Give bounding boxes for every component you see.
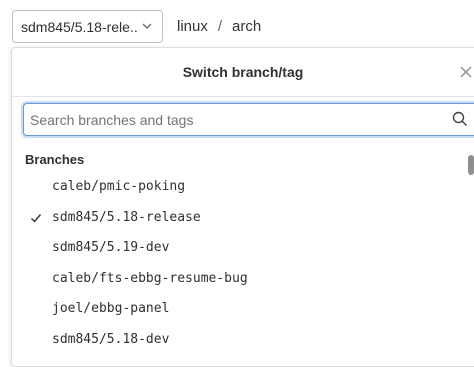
branches-section-title: Branches (25, 152, 85, 167)
scrollbar-thumb[interactable] (468, 155, 474, 175)
branch-name: joel/ebbg-panel (52, 301, 170, 316)
list-item[interactable]: sdm845/5.18-release (12, 203, 467, 234)
branch-name: caleb/pmic-poking (52, 179, 186, 194)
branch-name: sdm845/5.18-release (52, 209, 201, 225)
list-item[interactable]: sdm845/5.18-dev (12, 325, 467, 356)
breadcrumb-separator: / (217, 18, 223, 35)
list-item[interactable]: sdm845/5.19-dev (12, 233, 467, 264)
switch-branch-dropdown: Switch branch/tag Branches caleb/pmic-po… (11, 47, 474, 367)
dropdown-title: Switch branch/tag (182, 64, 304, 80)
repository-toolbar: sdm845/5.18-rele... linux / arch (0, 0, 474, 48)
branch-name: caleb/fts-ebbg-resume-bug (52, 270, 248, 286)
chevron-down-icon (142, 23, 152, 29)
breadcrumb-item-arch[interactable]: arch (232, 18, 261, 35)
search-input[interactable] (30, 104, 440, 135)
list-item[interactable]: caleb/fts-ebbg-resume-bug (12, 264, 467, 295)
branch-name: sdm845/5.18-dev (52, 331, 170, 347)
branch-selector-button[interactable]: sdm845/5.18-rele... (12, 10, 163, 43)
breadcrumb-item-linux[interactable]: linux (177, 18, 208, 35)
close-icon[interactable] (460, 66, 472, 78)
search-field (23, 103, 474, 136)
branch-selector-label: sdm845/5.18-rele... (21, 18, 139, 35)
branch-list: caleb/pmic-poking sdm845/5.18-release sd… (12, 172, 467, 355)
dropdown-header: Switch branch/tag (12, 48, 474, 97)
list-item[interactable]: joel/ebbg-panel (12, 294, 467, 325)
list-item[interactable]: caleb/pmic-poking (12, 172, 467, 203)
search-icon[interactable] (452, 111, 468, 127)
breadcrumb: linux / arch (177, 18, 261, 35)
check-icon (31, 213, 42, 223)
branch-name: sdm845/5.19-dev (52, 240, 170, 255)
